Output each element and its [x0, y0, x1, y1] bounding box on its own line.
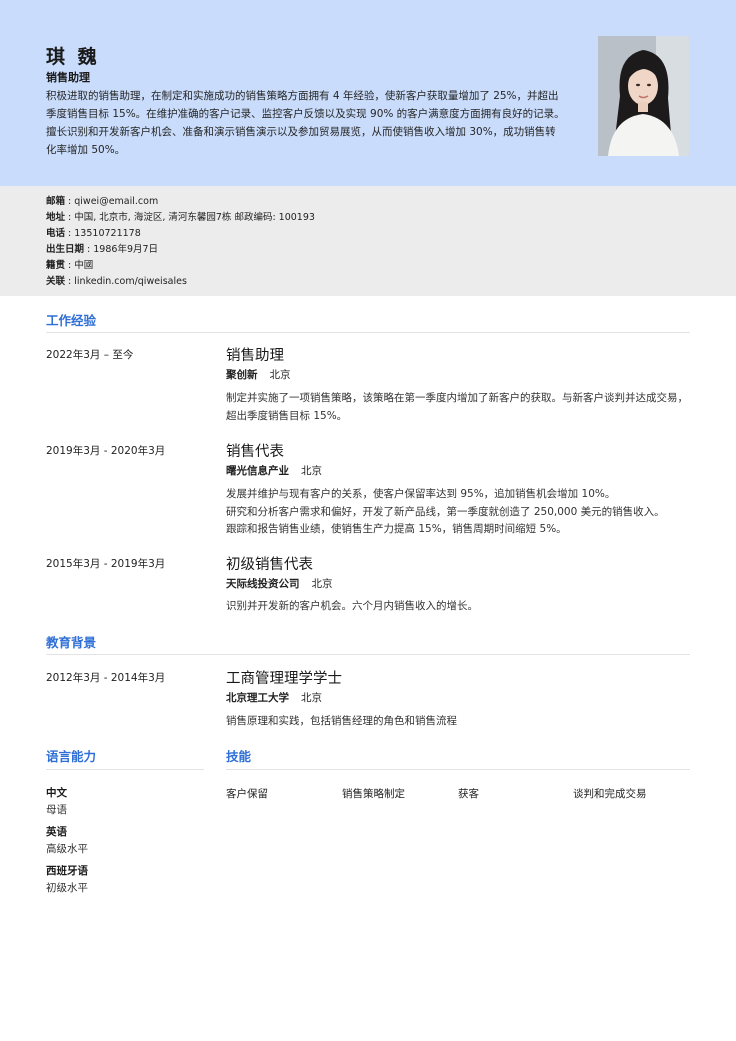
- experience-3-role: 初级销售代表: [226, 557, 313, 573]
- experience-2-line-1: 发展并维护与现有客户的关系，使客户保留率达到 95%，追加销售机会增加 10%。: [226, 488, 616, 500]
- experience-2-desc: 发展并维护与现有客户的关系，使客户保留率达到 95%，追加销售机会增加 10%。…: [226, 486, 706, 539]
- contact-panel: 邮箱 : qiwei@email.com 地址 : 中国, 北京市, 海淀区, …: [0, 186, 736, 296]
- experience-2-org: 曙光信息产业 北京: [226, 465, 322, 477]
- experience-1-org: 聚创新 北京: [226, 369, 291, 381]
- language-1-level: 母语: [46, 804, 67, 816]
- languages-heading: 语言能力: [46, 749, 97, 764]
- education-1-degree: 工商管理理学学士: [226, 671, 342, 687]
- profile-photo: [598, 36, 689, 156]
- experience-3-desc: 识别并开发新的客户机会。六个月内销售收入的增长。: [226, 600, 478, 612]
- skill-3: 获客: [458, 788, 479, 800]
- profile-summary: 积极进取的销售助理，在制定和实施成功的销售策略方面拥有 4 年经验，使新客户获取…: [46, 90, 565, 156]
- language-2-name: 英语: [46, 826, 67, 838]
- experience-3-date: 2015年3月 - 2019年3月: [46, 558, 166, 570]
- education-1-school: 北京理工大学 北京: [226, 692, 322, 704]
- candidate-title: 销售助理: [46, 71, 90, 84]
- languages-divider: [46, 769, 204, 770]
- skills-divider: [226, 769, 690, 770]
- language-1-name: 中文: [46, 787, 67, 799]
- experience-2-line-2: 研究和分析客户需求和偏好，开发了新产品线，第一季度就创造了 250,000 美元…: [226, 505, 665, 518]
- education-heading: 教育背景: [46, 635, 97, 650]
- experience-1-desc: 制定并实施了一项销售策略，该策略在第一季度内增加了新客户的获取。与新客户谈判并达…: [226, 392, 688, 422]
- experience-2-date: 2019年3月 - 2020年3月: [46, 445, 166, 457]
- contact-email: 邮箱 : qiwei@email.com: [46, 196, 159, 207]
- contact-address: 地址 : 中国, 北京市, 海淀区, 清河东馨园7栋 邮政编码: 100193: [46, 212, 315, 223]
- experience-2-line-3: 跟踪和报告销售业绩，使销售生产力提高 15%，销售周期时间缩短 5%。: [226, 523, 567, 535]
- education-1-date: 2012年3月 - 2014年3月: [46, 672, 166, 684]
- contact-phone: 电话 : 13510721178: [46, 228, 141, 239]
- skill-1: 客户保留: [226, 788, 268, 800]
- portrait-image: [598, 36, 689, 156]
- contact-linkedin: 关联 : linkedin.com/qiweisales: [46, 276, 187, 287]
- experience-1-date: 2022年3月 – 至今: [46, 349, 134, 361]
- candidate-name: 琪 魏: [46, 46, 100, 68]
- skill-4: 谈判和完成交易: [573, 788, 647, 800]
- experience-divider: [46, 332, 690, 333]
- resume-header: 琪 魏 销售助理 积极进取的销售助理，在制定和实施成功的销售策略方面拥有 4 年…: [0, 0, 736, 186]
- language-3-name: 西班牙语: [46, 865, 88, 877]
- experience-2-role: 销售代表: [226, 444, 284, 460]
- experience-heading: 工作经验: [46, 313, 97, 328]
- language-3-level: 初级水平: [46, 882, 88, 894]
- contact-hometown: 籍贯 : 中國: [46, 260, 94, 271]
- skill-2: 销售策略制定: [342, 788, 405, 800]
- education-1-desc: 销售原理和实践，包括销售经理的角色和销售流程: [226, 715, 457, 727]
- contact-birthdate: 出生日期 : 1986年9月7日: [46, 244, 159, 255]
- language-2-level: 高级水平: [46, 843, 88, 855]
- skills-heading: 技能: [226, 749, 252, 764]
- experience-1-role: 销售助理: [226, 348, 284, 364]
- education-divider: [46, 654, 690, 655]
- experience-3-org: 天际线投资公司 北京: [226, 578, 333, 590]
